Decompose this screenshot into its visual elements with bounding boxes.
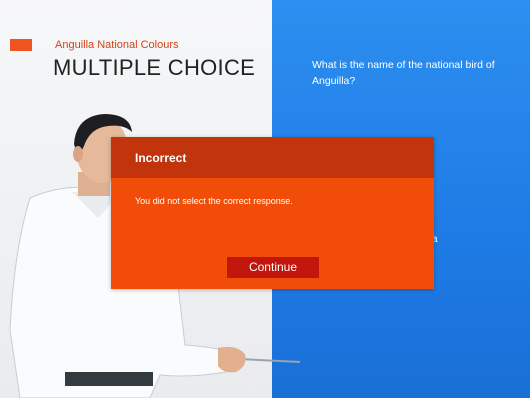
dialog-header: Incorrect bbox=[111, 137, 434, 178]
continue-button[interactable]: Continue bbox=[227, 257, 319, 278]
page-title: MULTIPLE CHOICE bbox=[53, 55, 256, 80]
accent-marker bbox=[10, 39, 32, 51]
dialog-message: You did not select the correct response. bbox=[135, 196, 293, 206]
feedback-dialog: Incorrect You did not select the correct… bbox=[111, 137, 434, 289]
question-text: What is the name of the national bird of… bbox=[312, 59, 495, 87]
course-subtitle: Anguilla National Colours bbox=[55, 39, 179, 51]
dialog-title: Incorrect bbox=[135, 151, 187, 165]
